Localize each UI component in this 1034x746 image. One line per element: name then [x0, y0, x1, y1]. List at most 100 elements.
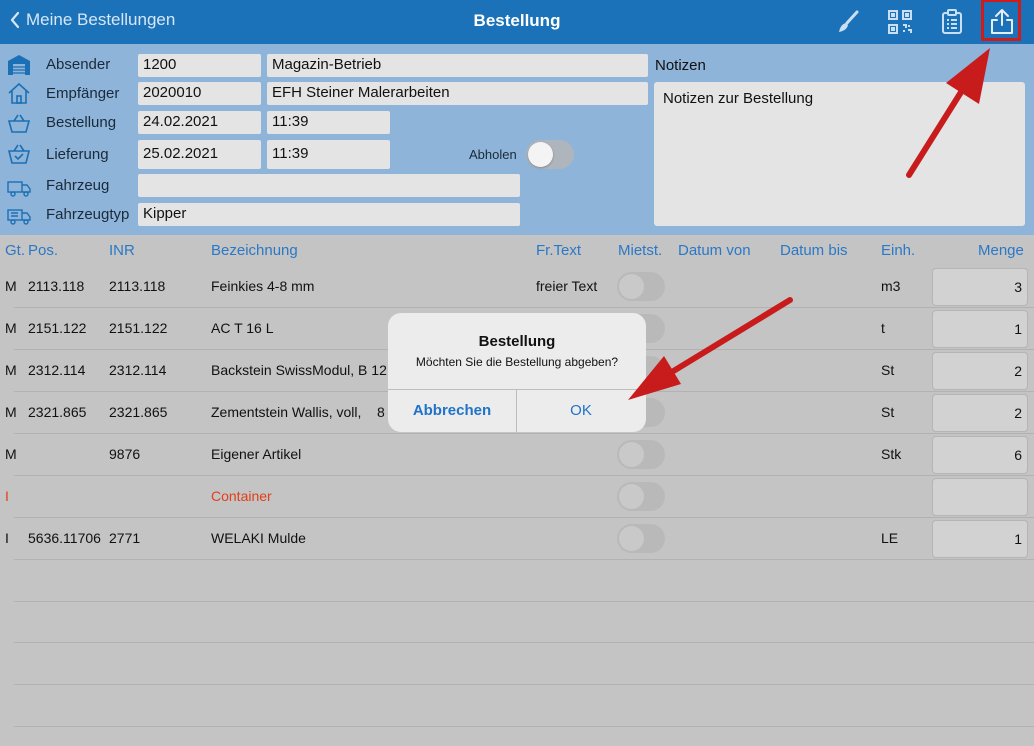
- dialog-title: Bestellung: [478, 333, 556, 350]
- quantity-field[interactable]: 2: [932, 352, 1028, 390]
- cell-einh: LE: [881, 530, 899, 546]
- col-datum-von: Datum von: [678, 242, 751, 259]
- fahrzeug-field[interactable]: [138, 174, 520, 197]
- cell-einh: t: [881, 320, 885, 336]
- table-row[interactable]: M 9876 Eigener Artikel Stk 6: [0, 434, 1034, 476]
- fahrzeugtyp-field[interactable]: Kipper: [138, 203, 520, 226]
- brush-icon[interactable]: [832, 6, 864, 38]
- cell-einh: Stk: [881, 446, 902, 462]
- cancel-button[interactable]: Abbrechen: [388, 390, 516, 432]
- cell-inr: 2771: [109, 530, 141, 546]
- abholen-toggle[interactable]: [526, 140, 574, 169]
- absender-label: Absender: [46, 56, 111, 73]
- cell-gt: M: [5, 446, 17, 462]
- cell-gt: M: [5, 320, 17, 336]
- back-label: Meine Bestellungen: [26, 10, 176, 29]
- bestellung-date-field[interactable]: 24.02.2021: [138, 111, 261, 134]
- empty-row-divider: [14, 726, 1034, 727]
- empty-row-divider: [14, 601, 1034, 602]
- basket-check-icon: [7, 144, 31, 164]
- toggle-knob: [619, 484, 644, 509]
- cell-gt: M: [5, 278, 17, 294]
- toggle-knob: [528, 142, 553, 167]
- cell-pos: 2321.865: [28, 404, 87, 420]
- col-bezeichnung: Bezeichnung: [211, 242, 298, 259]
- truck-list-icon: [7, 209, 31, 225]
- cell-bezeichnung: Backstein SwissModul, B 12: [211, 362, 387, 378]
- row-divider: [14, 559, 1034, 560]
- cell-inr: 2321.865: [109, 404, 168, 420]
- qr-code-icon[interactable]: [884, 6, 916, 38]
- col-menge: Menge: [978, 242, 1024, 259]
- cell-bezeichnung: AC T 16 L: [211, 320, 274, 336]
- empfaenger-label: Empfänger: [46, 85, 120, 102]
- cell-pos: 5636.11706: [28, 530, 101, 546]
- toggle-knob: [619, 274, 644, 299]
- mietst-toggle[interactable]: [617, 440, 665, 469]
- toggle-knob: [619, 442, 644, 467]
- mietst-toggle[interactable]: [617, 272, 665, 301]
- quantity-field[interactable]: 6: [932, 436, 1028, 474]
- cell-bezeichnung: Feinkies 4-8 mm: [211, 278, 315, 294]
- chevron-left-icon: [10, 11, 20, 29]
- cell-bezeichnung: Container: [211, 488, 272, 504]
- clipboard-icon[interactable]: [936, 6, 968, 38]
- cell-inr: 9876: [109, 446, 141, 462]
- absender-name-field[interactable]: Magazin-Betrieb: [267, 54, 648, 77]
- dialog-message: Möchten Sie die Bestellung abgeben?: [415, 355, 619, 369]
- bestellung-label: Bestellung: [46, 114, 117, 131]
- house-icon: [8, 82, 30, 104]
- back-button[interactable]: Meine Bestellungen: [10, 10, 175, 30]
- ok-button[interactable]: OK: [517, 390, 645, 432]
- col-einh: Einh.: [881, 242, 916, 259]
- table-row[interactable]: M 2113.118 2113.118 Feinkies 4-8 mm frei…: [0, 266, 1034, 308]
- cell-einh: St: [881, 404, 895, 420]
- notes-label: Notizen: [655, 57, 706, 74]
- col-inr: INR: [109, 242, 135, 259]
- quantity-field[interactable]: 1: [932, 520, 1028, 558]
- lieferung-time-field[interactable]: 11:39: [267, 140, 390, 169]
- fahrzeug-label: Fahrzeug: [46, 177, 110, 194]
- quantity-field[interactable]: 2: [932, 394, 1028, 432]
- order-header: Absender 1200 Magazin-Betrieb Empfänger …: [0, 44, 1034, 235]
- lieferung-label: Lieferung: [46, 146, 109, 163]
- cell-bezeichnung: Eigener Artikel: [211, 446, 302, 462]
- cell-pos: 2312.114: [28, 362, 86, 378]
- notes-field[interactable]: Notizen zur Bestellung: [654, 82, 1025, 226]
- mietst-toggle[interactable]: [617, 482, 665, 511]
- cell-gt: I: [5, 488, 9, 504]
- cell-einh: m3: [881, 278, 901, 294]
- empty-row-divider: [14, 642, 1034, 643]
- table-row[interactable]: I Container: [0, 476, 1034, 518]
- quantity-field[interactable]: 3: [932, 268, 1028, 306]
- upload-highlight-box: [981, 0, 1021, 41]
- fahrzeugtyp-label: Fahrzeugtyp: [46, 206, 130, 223]
- truck-icon: [7, 181, 31, 197]
- empfaenger-name-field[interactable]: EFH Steiner Malerarbeiten: [267, 82, 648, 105]
- confirm-dialog: Bestellung Möchten Sie die Bestellung ab…: [388, 313, 646, 432]
- cell-bezeichnung: WELAKI Mulde: [211, 530, 306, 546]
- col-frtext: Fr.Text: [536, 242, 582, 259]
- bestellung-time-field[interactable]: 11:39: [267, 111, 390, 134]
- cell-gt: M: [5, 362, 17, 378]
- cell-inr: 2113.118: [109, 278, 166, 294]
- col-pos: Pos.: [28, 242, 59, 259]
- table-row[interactable]: I 5636.11706 2771 WELAKI Mulde LE 1: [0, 518, 1034, 560]
- cell-pos: 2151.122: [28, 320, 87, 336]
- cell-pos: 2113.118: [28, 278, 85, 294]
- absender-code-field[interactable]: 1200: [138, 54, 261, 77]
- cell-inr: 2151.122: [109, 320, 168, 336]
- cell-gt: M: [5, 404, 17, 420]
- abholen-label: Abholen: [469, 147, 517, 162]
- col-mietst: Mietst.: [618, 242, 663, 259]
- toggle-knob: [619, 526, 644, 551]
- quantity-field[interactable]: [932, 478, 1028, 516]
- cell-bezeichnung: Zementstein Wallis, voll, 8: [211, 404, 385, 420]
- cell-gt: I: [5, 530, 9, 546]
- quantity-field[interactable]: 1: [932, 310, 1028, 348]
- lieferung-date-field[interactable]: 25.02.2021: [138, 140, 261, 169]
- warehouse-icon: [8, 55, 30, 75]
- mietst-toggle[interactable]: [617, 524, 665, 553]
- cell-inr: 2312.114: [109, 362, 167, 378]
- empfaenger-code-field[interactable]: 2020010: [138, 82, 261, 105]
